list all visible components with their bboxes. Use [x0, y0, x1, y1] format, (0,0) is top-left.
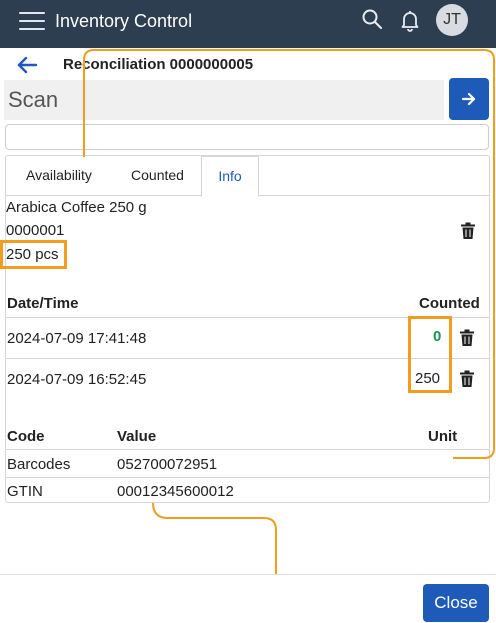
secondary-input[interactable]: [5, 124, 489, 150]
scan-submit-button[interactable]: [449, 78, 489, 120]
count-row-datetime: 2024-07-09 17:41:48: [7, 330, 147, 347]
code-row-value: 052700072951: [117, 456, 218, 473]
tab-info[interactable]: Info: [201, 156, 259, 197]
tab-counted[interactable]: Counted: [112, 156, 203, 196]
divider: [5, 477, 490, 478]
back-arrow-icon[interactable]: [15, 55, 39, 75]
trash-icon[interactable]: [459, 329, 475, 347]
tab-availability[interactable]: Availability: [6, 156, 112, 196]
trash-icon[interactable]: [459, 370, 475, 388]
column-header-value: Value: [117, 428, 157, 445]
hamburger-menu-icon[interactable]: [19, 11, 45, 31]
column-header-unit: Unit: [428, 428, 458, 445]
trash-icon[interactable]: [460, 222, 476, 240]
column-header-datetime: Date/Time: [7, 295, 79, 312]
column-header-counted: Counted: [419, 295, 480, 312]
scan-input[interactable]: [4, 80, 444, 120]
code-row-value: 00012345600012: [117, 483, 234, 500]
footer-divider: [0, 574, 496, 575]
highlight-box: [408, 316, 452, 393]
search-icon[interactable]: [360, 7, 384, 31]
bell-icon[interactable]: [398, 8, 422, 32]
arrow-right-icon: [461, 92, 476, 106]
code-row-type: GTIN: [7, 483, 43, 500]
close-button[interactable]: Close: [423, 584, 489, 622]
column-header-code: Code: [7, 428, 45, 445]
item-code: 0000001: [6, 222, 65, 239]
tab-bar: Availability Counted Info: [6, 156, 489, 197]
item-name: Arabica Coffee 250 g: [6, 199, 147, 216]
app-header: Inventory Control JT: [0, 0, 496, 48]
code-row-type: Barcodes: [7, 456, 71, 473]
divider: [5, 449, 490, 450]
count-row-datetime: 2024-07-09 16:52:45: [7, 371, 147, 388]
app-title: Inventory Control: [55, 11, 193, 31]
highlight-box: [0, 240, 67, 269]
user-avatar[interactable]: JT: [436, 4, 468, 36]
page-title: Reconciliation 0000000005: [63, 56, 254, 73]
